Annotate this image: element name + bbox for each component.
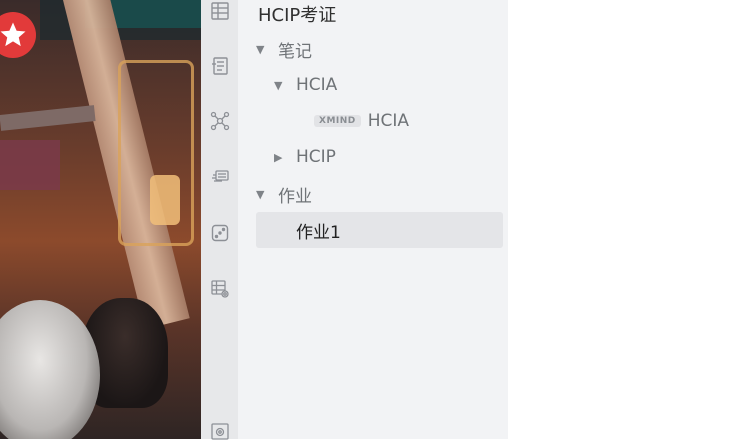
expand-triangle-icon[interactable]: ▼ xyxy=(274,79,286,92)
notebook-title: HCIP考证 xyxy=(258,5,337,26)
tree-item-label: 作业1 xyxy=(296,222,341,243)
background-photo xyxy=(0,0,201,439)
expand-triangle-icon[interactable]: ▼ xyxy=(256,188,268,201)
tree-item-hcia-xmind[interactable]: XMIND HCIA xyxy=(256,103,503,139)
document-icon[interactable] xyxy=(209,55,231,77)
tree-item-homework[interactable]: ▼ 作业 xyxy=(256,176,503,212)
tree-item-label: HCIA xyxy=(367,111,410,131)
xmind-badge: XMIND xyxy=(314,115,361,127)
collapse-triangle-icon[interactable]: ▶ xyxy=(274,151,286,164)
tree-item-label: HCIP xyxy=(296,147,336,167)
tree-item-notes[interactable]: ▼ 笔记 xyxy=(256,31,503,67)
tree-item-label: 笔记 xyxy=(278,41,312,62)
icon-rail xyxy=(201,0,239,440)
cards-icon[interactable] xyxy=(209,166,231,188)
table-icon[interactable] xyxy=(209,0,231,22)
file-tree-panel: HCIP考证 ▼ 笔记 ▼ HCIA XMIND HCIA ▶ HCIP ▼ 作… xyxy=(238,0,508,439)
tree-item-label: HCIA xyxy=(296,75,338,95)
expand-triangle-icon[interactable]: ▼ xyxy=(256,43,268,56)
tree-item-hcip-folder[interactable]: ▶ HCIP xyxy=(256,139,503,175)
tree-item-homework1[interactable]: 作业1 xyxy=(256,212,503,248)
tree-item-hcia-folder[interactable]: ▼ HCIA xyxy=(256,67,503,103)
mindmap-icon[interactable] xyxy=(209,110,231,132)
dice-icon[interactable] xyxy=(209,222,231,244)
table-settings-icon[interactable] xyxy=(209,278,231,300)
tree-item-label: 作业 xyxy=(278,186,312,207)
star-logo-icon xyxy=(0,12,36,58)
